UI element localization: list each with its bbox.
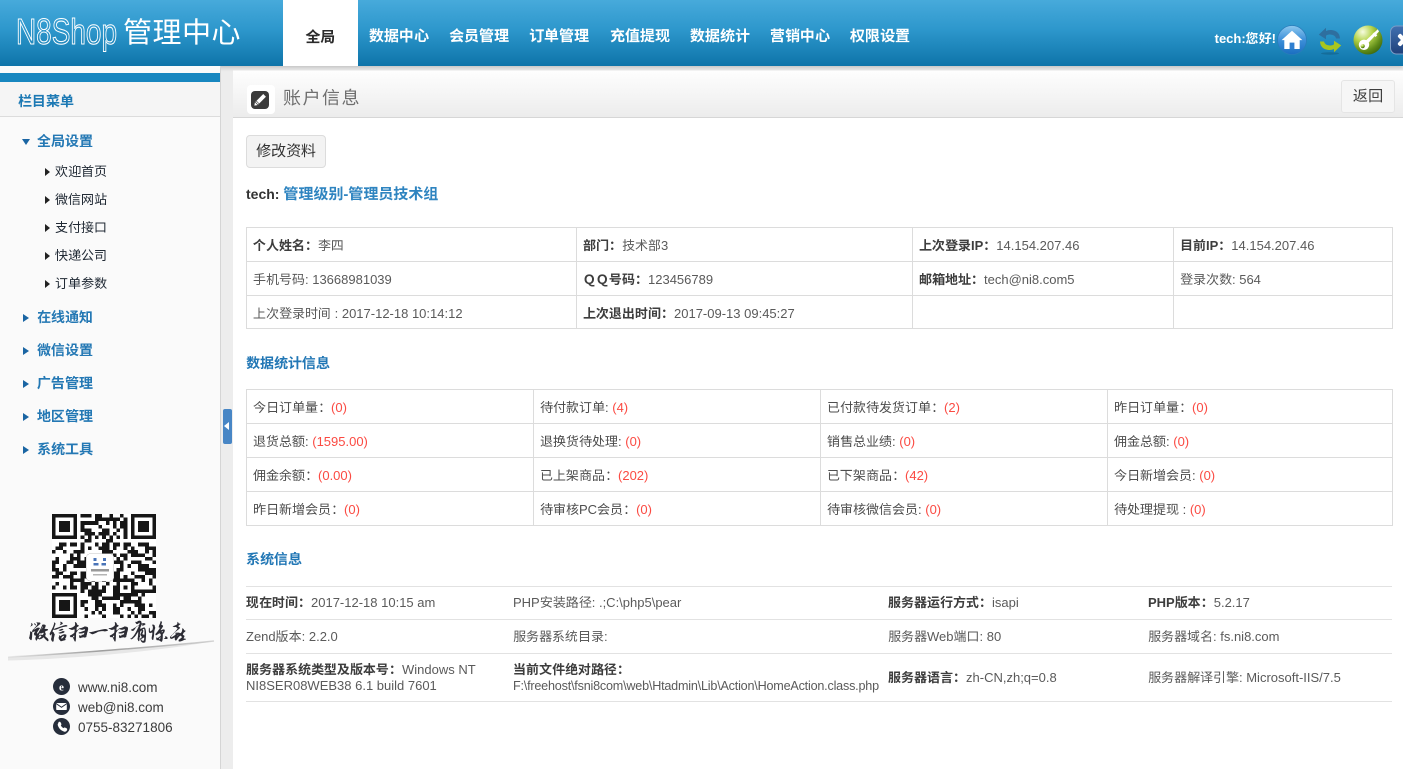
svg-text:e: e	[59, 682, 64, 694]
svg-text:管理中心: 管理中心	[123, 13, 241, 52]
svg-text:N8Shop: N8Shop	[16, 13, 117, 52]
